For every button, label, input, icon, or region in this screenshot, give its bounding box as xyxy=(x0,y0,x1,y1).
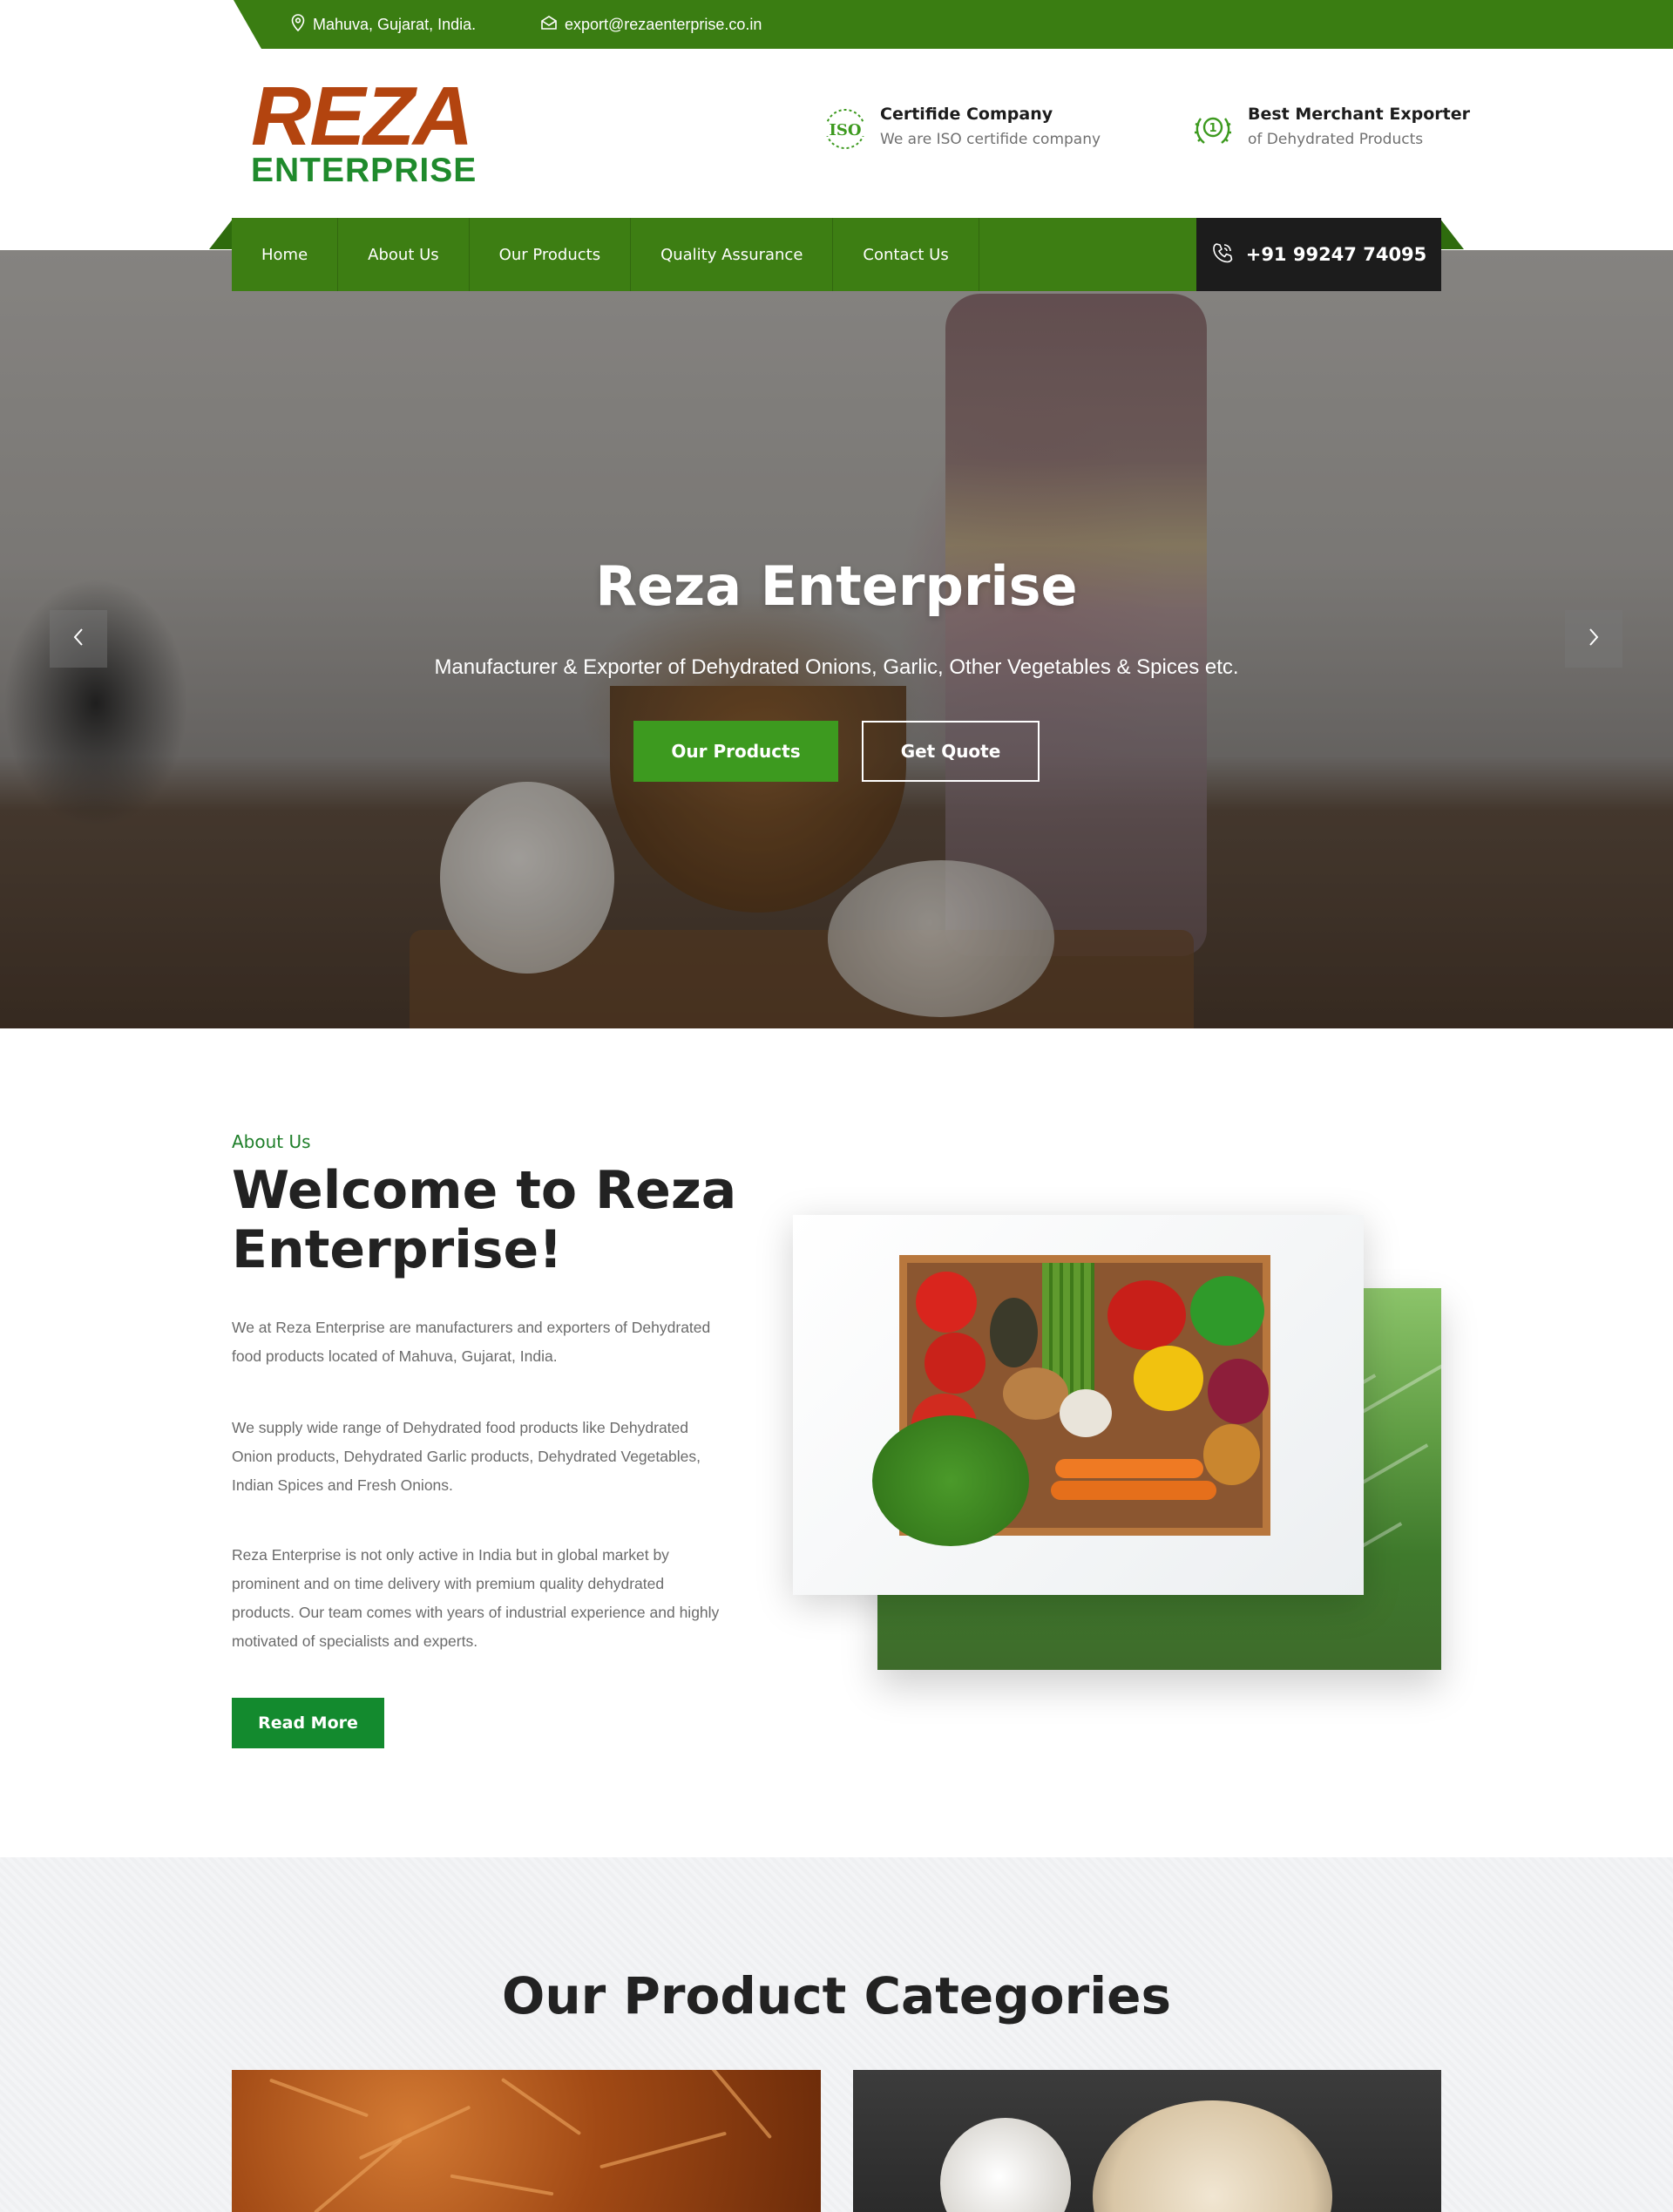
main-nav: Home About Us Our Products Quality Assur… xyxy=(232,218,1197,291)
about-image-vegetable-crate xyxy=(793,1215,1364,1595)
email-link[interactable]: export@rezaenterprise.co.in xyxy=(565,16,762,34)
chevron-right-icon xyxy=(1587,627,1601,651)
slider-prev-button[interactable] xyxy=(50,610,107,668)
nav-item-our-products[interactable]: Our Products xyxy=(470,218,632,291)
header-info-subtitle: We are ISO certifide company xyxy=(880,131,1101,148)
about-paragraph-1: We at Reza Enterprise are manufacturers … xyxy=(232,1319,711,1365)
phone-button[interactable]: +91 99247 74095 xyxy=(1196,218,1441,291)
header-info-exporter: 1 Best Merchant Exporter of Dehydrated P… xyxy=(1190,103,1470,153)
get-quote-button[interactable]: Get Quote xyxy=(862,721,1040,782)
phone-icon xyxy=(1211,241,1246,268)
location-text: Mahuva, Gujarat, India. xyxy=(313,15,477,33)
about-title: Welcome to Reza Enterprise! xyxy=(232,1160,737,1280)
award-laurel-icon: 1 xyxy=(1190,106,1236,152)
product-categories-title: Our Product Categories xyxy=(502,1966,1171,2025)
category-card-fried-onion[interactable] xyxy=(232,2070,821,2212)
read-more-button[interactable]: Read More xyxy=(232,1698,384,1748)
nav-item-contact-us[interactable]: Contact Us xyxy=(833,218,979,291)
map-pin-icon xyxy=(290,13,313,36)
nav-decor-right xyxy=(1439,218,1464,249)
hero-overlay xyxy=(0,250,1673,1028)
category-image-bowl xyxy=(1093,2100,1332,2212)
top-bar: Mahuva, Gujarat, India. export@rezaenter… xyxy=(0,0,1673,49)
slider-next-button[interactable] xyxy=(1565,610,1622,668)
hero-title: Reza Enterprise xyxy=(595,554,1078,618)
nav-decor-left xyxy=(209,218,234,249)
email-info[interactable]: export@rezaenterprise.co.in xyxy=(540,14,762,35)
vegetable-crate xyxy=(872,1255,1270,1546)
header-info-title: Certifide Company xyxy=(880,105,1053,124)
about-paragraph-2: We supply wide range of Dehydrated food … xyxy=(232,1419,701,1494)
nav-item-quality-assurance[interactable]: Quality Assurance xyxy=(631,218,834,291)
about-paragraph-3: Reza Enterprise is not only active in In… xyxy=(232,1546,720,1650)
nav-item-home[interactable]: Home xyxy=(232,218,339,291)
logo-text-enterprise: ENTERPRISE xyxy=(251,152,478,189)
envelope-icon xyxy=(540,15,565,35)
category-image-onion xyxy=(940,2118,1071,2212)
site-logo[interactable]: REZA ENTERPRISE xyxy=(251,70,512,190)
location-info: Mahuva, Gujarat, India. xyxy=(290,13,477,36)
header-info-title: Best Merchant Exporter xyxy=(1248,105,1470,124)
iso-badge-icon: ISO xyxy=(823,106,868,152)
nav-item-about-us[interactable]: About Us xyxy=(338,218,470,291)
header-info-subtitle: of Dehydrated Products xyxy=(1248,131,1424,148)
category-card-onion-powder[interactable] xyxy=(853,2070,1441,2212)
hero-slider xyxy=(0,250,1673,1028)
phone-number[interactable]: +91 99247 74095 xyxy=(1246,244,1427,265)
about-section-label: About Us xyxy=(232,1131,311,1152)
logo-text-reza: REZA xyxy=(251,70,473,163)
svg-text:ISO: ISO xyxy=(829,121,861,139)
hero-subtitle: Manufacturer & Exporter of Dehydrated On… xyxy=(434,655,1239,679)
chevron-left-icon xyxy=(71,627,85,651)
svg-text:1: 1 xyxy=(1209,122,1216,135)
header-info-certified: ISO Certifide Company We are ISO certifi… xyxy=(823,103,1101,153)
our-products-button[interactable]: Our Products xyxy=(633,721,838,782)
